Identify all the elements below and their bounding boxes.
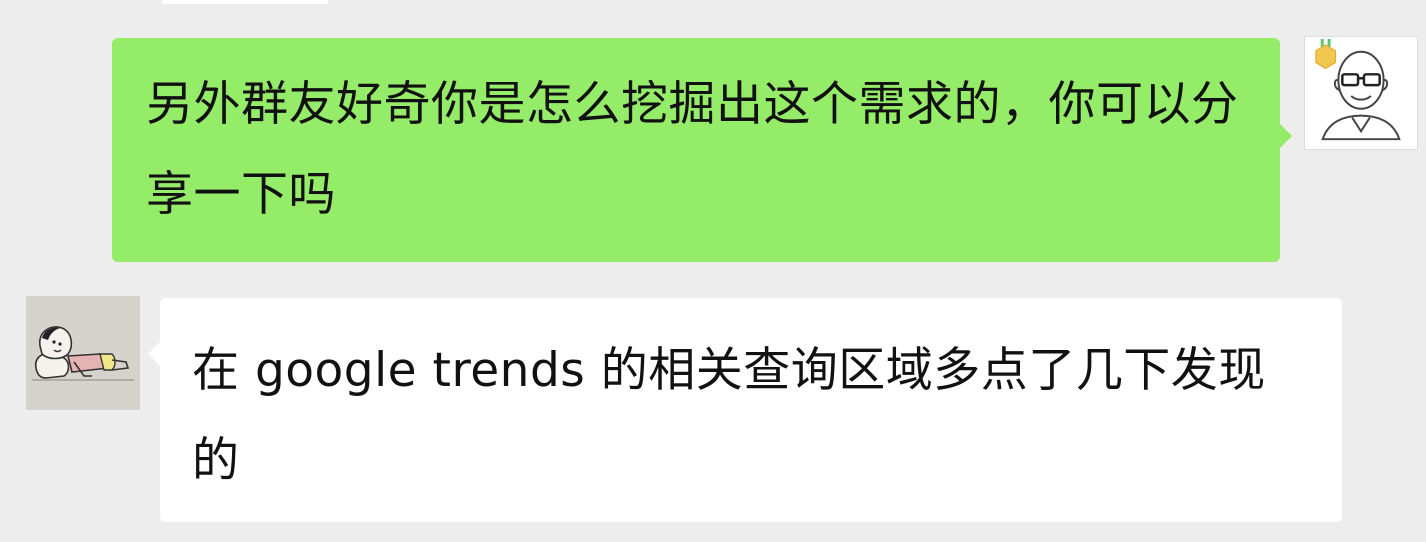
previous-message-bubble-edge: [162, 0, 328, 4]
incoming-message-text: 在 google trends 的相关查询区域多点了几下发现的: [192, 343, 1266, 488]
outgoing-message-bubble[interactable]: 另外群友好奇你是怎么挖掘出这个需求的，你可以分享一下吗: [112, 38, 1292, 262]
bald-man-glasses-avatar-icon: [1305, 37, 1417, 149]
self-avatar[interactable]: [1304, 36, 1418, 150]
incoming-message-bubble[interactable]: 在 google trends 的相关查询区域多点了几下发现的: [148, 298, 1342, 522]
cartoon-boy-lying-avatar-icon: [26, 296, 140, 410]
outgoing-message-text: 另外群友好奇你是怎么挖掘出这个需求的，你可以分享一下吗: [146, 77, 1239, 222]
other-avatar[interactable]: [26, 296, 140, 410]
